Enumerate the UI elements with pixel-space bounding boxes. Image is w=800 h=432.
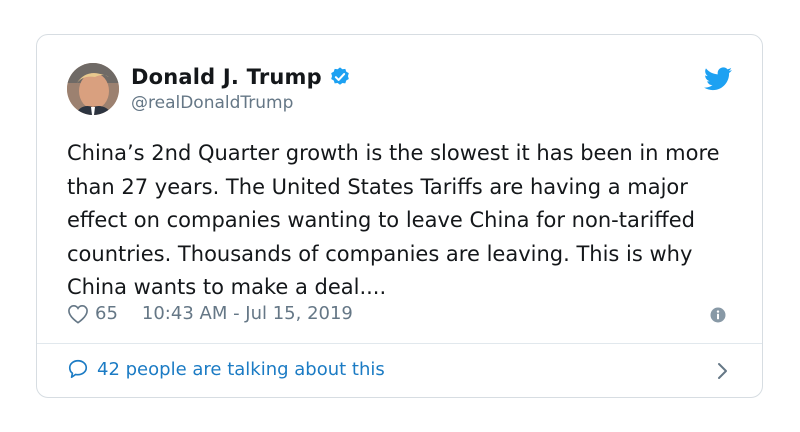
like-count[interactable]: 65 [95,303,118,324]
tweet-timestamp[interactable]: 10:43 AM - Jul 15, 2019 [142,303,353,324]
info-icon[interactable] [710,307,726,323]
author-row: Donald J. Trump [131,65,351,89]
twitter-bird-icon[interactable] [704,67,732,91]
author-handle[interactable]: @realDonaldTrump [131,93,293,113]
tweet-card[interactable]: Donald J. Trump @realDonaldTrump China’s… [36,34,763,398]
author-name[interactable]: Donald J. Trump [131,65,322,89]
heart-outline-icon[interactable] [67,304,89,324]
speech-bubble-icon [68,359,88,379]
conversation-link-label: 42 people are talking about this [97,358,385,380]
tweet-meta: 65 10:43 AM - Jul 15, 2019 [67,303,353,324]
divider [37,343,762,344]
tweet-text: China’s 2nd Quarter growth is the slowes… [67,141,720,299]
conversation-link[interactable]: 42 people are talking about this [67,358,385,380]
chevron-right-icon[interactable] [716,362,728,380]
avatar[interactable] [67,63,119,115]
verified-badge-icon [331,67,349,85]
